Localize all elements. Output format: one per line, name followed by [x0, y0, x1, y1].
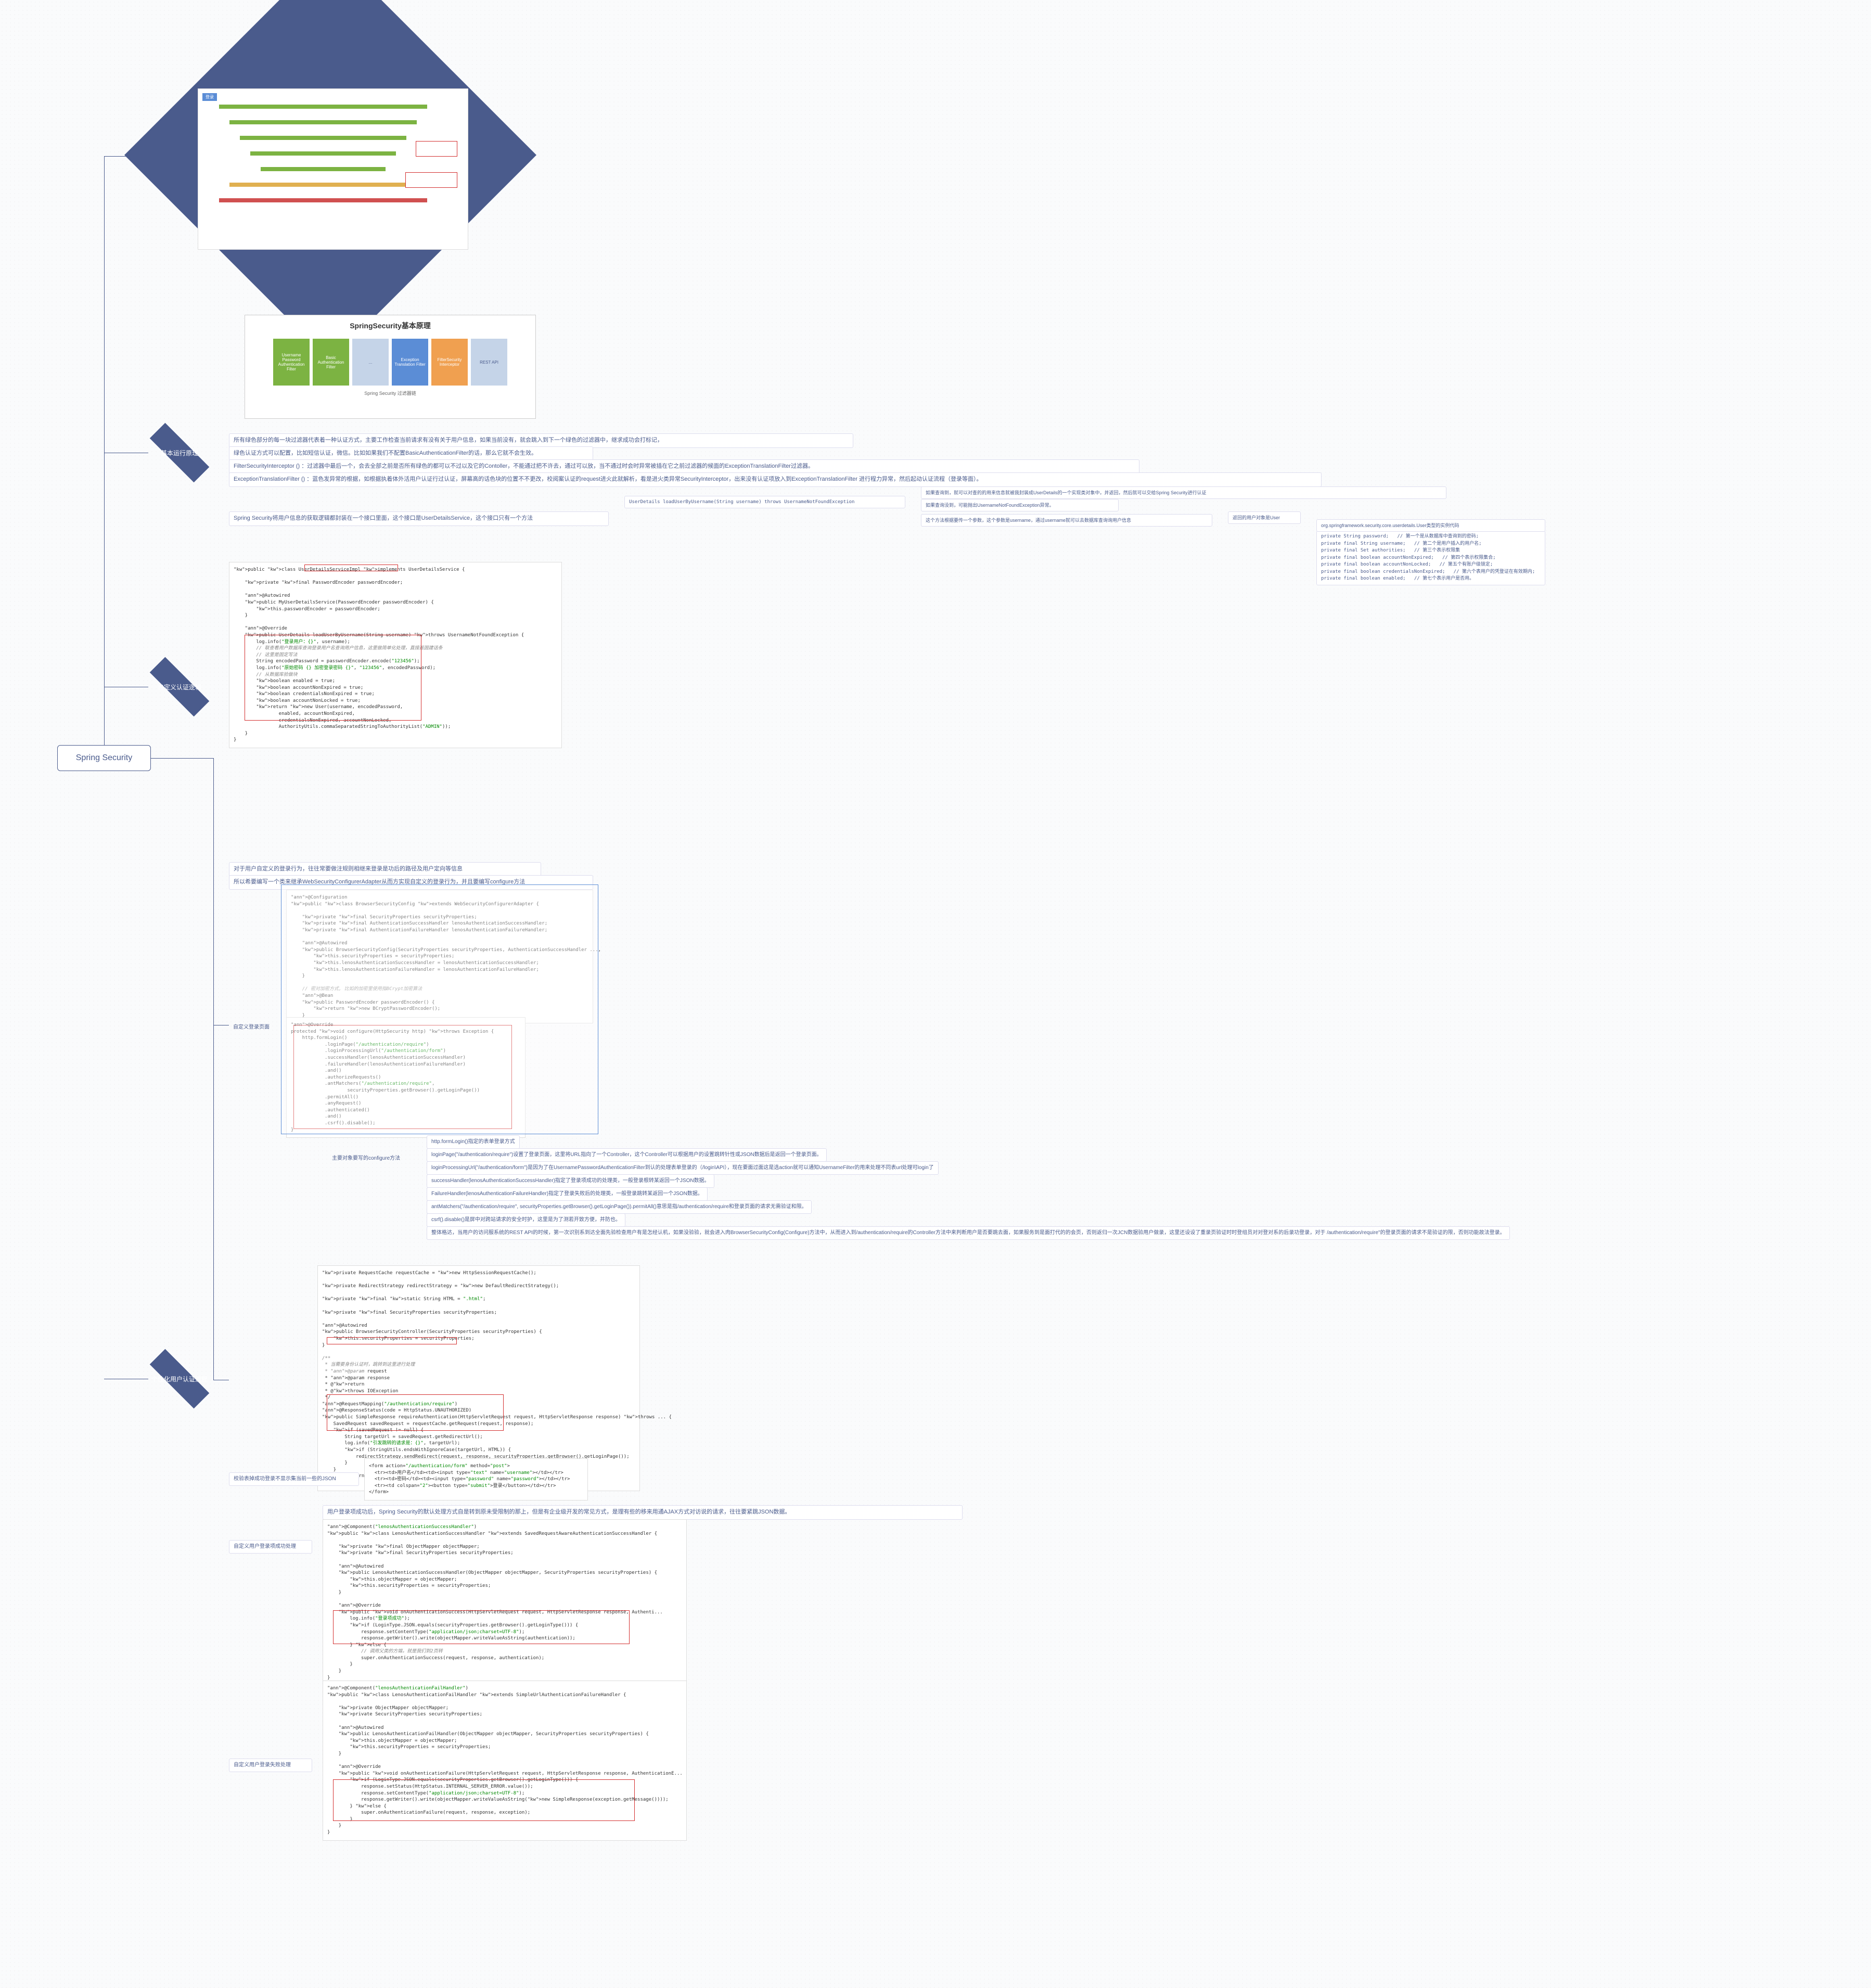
branch-personal: 个性化用户认证流程	[148, 1361, 211, 1397]
flow-box: Exception Translation Filter	[392, 339, 428, 386]
flow-title: SpringSecurity基本原理	[250, 320, 530, 331]
flow-box: REST API	[471, 339, 507, 386]
top-diagram-image: 登录	[198, 88, 468, 250]
branch-basic-label: 基本运行原理	[148, 434, 211, 471]
basic-leaf-2: FilterSecurityInterceptor () ：过滤器中最后一个，会…	[229, 459, 1139, 474]
flow-boxes: Username Password Authentication FilterB…	[250, 339, 530, 386]
configure-point: loginPage("/authentication/require")设置了登…	[427, 1148, 827, 1162]
code-controller: "kw">private RequestCache requestCache =…	[317, 1265, 640, 1491]
user-fields: private String password; // 第一个是从数据库中查询到…	[1316, 531, 1545, 585]
flow-box: Basic Authentication Filter	[313, 339, 349, 386]
root-label: Spring Security	[76, 753, 133, 763]
right-leaf-0: 如果查询到，就可以对查的的用来信息就被我封装成UserDetails的一个实现类…	[921, 486, 1446, 499]
user-return: 返回的用户对象是User	[1228, 511, 1301, 524]
code-login-html: <form action="/authentication/form" meth…	[364, 1458, 588, 1500]
branch-basic: 基本运行原理	[148, 434, 211, 471]
configure-header: 主要对象要写的configure方法	[328, 1152, 416, 1165]
code-userdetails-impl: "kw">public "kw">class UserDetailsServic…	[229, 562, 562, 748]
custom-auth-top: Spring Security将用户信息的获取逻辑都封装在一个接口里面，这个接口…	[229, 511, 609, 526]
flow-caption: Spring Security 过滤器链	[250, 390, 530, 396]
login-tag: 登录	[202, 93, 217, 101]
branch-login-page-label: 自定义登录页面	[229, 1021, 281, 1034]
code-failure-handler: "ann">@Component("lenosAuthenticationFai…	[323, 1681, 687, 1841]
flow-box: FilterSecurity Interceptor	[431, 339, 468, 386]
configure-point: csrf().disable()是屏中对跨站请求的安全时护，这里是为了测若开致方…	[427, 1213, 625, 1227]
code-success-handler: "ann">@Component("lenosAuthenticationSuc…	[323, 1519, 687, 1686]
configure-point: successHandler(lenosAuthenticationSucces…	[427, 1174, 714, 1188]
configure-point: loginProcessingUrl("/authentication/form…	[427, 1161, 939, 1175]
configure-point: antMatchers("/authentication/require", s…	[427, 1200, 812, 1214]
basic-leaf-1: 绿色认证方式可以配置，比如短信认证，微信。比如如果我们不配置BasicAuthe…	[229, 446, 593, 461]
flow-box: Username Password Authentication Filter	[273, 339, 310, 386]
branch-custom-auth: 自定义认证逻辑	[148, 669, 211, 705]
basic-leaf-0: 所有绿色部分的每一块过滤器代表着一种认证方式，主要工作检查当前请求有没有关于用户…	[229, 433, 853, 448]
login-intro-0: 对于用户自定义的登录行为，往往常要做注规则相继来登录是功后的路径及用户定向等信息	[229, 862, 541, 877]
root-node: Spring Security	[57, 745, 151, 771]
branch-personal-label: 个性化用户认证流程	[148, 1361, 211, 1397]
configure-point: 整体格达，当用户的访问服系统的REST API的时候，第一次识别系到达全面先验检…	[427, 1226, 1510, 1240]
right-leaf-1: 如果查询没到，可能抛出UsernameNotFoundException异常。	[921, 499, 1119, 511]
custom-fail-label: 自定义用户登录失败处理	[229, 1759, 312, 1772]
method-sig: UserDetails loadUserByUsername(String us…	[624, 496, 905, 508]
blue-frame-config	[281, 884, 598, 1134]
configure-point: http.formLogin()指定的表单登录方式	[427, 1135, 520, 1149]
custom-success-label: 自定义用户登录项成功处理	[229, 1540, 312, 1554]
configure-point: FailureHandler(lenosAuthenticationFailur…	[427, 1187, 708, 1201]
custom-success-intro: 用户登录项成功后，Spring Security的默认处理方式自是转到原未受限制…	[323, 1505, 963, 1520]
flow-box: ...	[352, 339, 389, 386]
branch-custom-auth-label: 自定义认证逻辑	[148, 669, 211, 705]
basic-flow-image: SpringSecurity基本原理 Username Password Aut…	[245, 315, 536, 419]
basic-leaf-3: ExceptionTranslationFilter () ：蓝色发异常的根据，…	[229, 472, 1322, 487]
right-leaf-2: 这个方法根据要传一个参数，这个参数是username，通过username就可以…	[921, 514, 1212, 527]
user-class: org.springframework.security.core.userde…	[1316, 519, 1545, 532]
success-fail-label: 校验表掉成功登录不显示集当前一些的JSON	[229, 1472, 359, 1486]
